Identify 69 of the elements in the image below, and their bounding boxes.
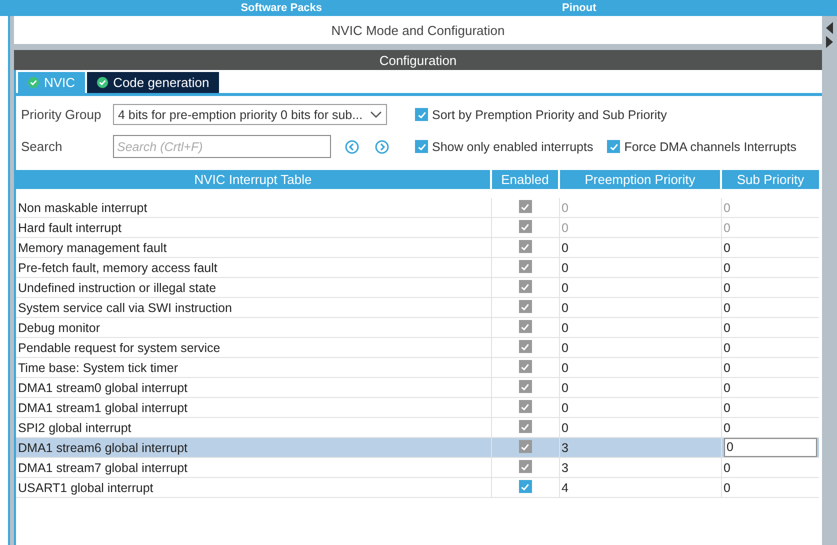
table-cell: 0: [562, 280, 568, 294]
interrupt-name: DMA1 stream6 global interrupt: [18, 440, 188, 454]
table-cell: 0: [562, 300, 568, 314]
field-label: Search: [21, 139, 64, 154]
enabled-checkbox[interactable]: [518, 480, 532, 494]
interrupt-name: Non maskable interrupt: [18, 200, 148, 214]
tab[interactable]: Code generation: [87, 72, 220, 93]
collapse-left-icon[interactable]: [826, 22, 833, 34]
option-checkbox[interactable]: [415, 140, 428, 153]
section-title: Configuration: [14, 50, 822, 70]
expand-right-icon[interactable]: [826, 36, 833, 48]
check-circle-icon: [97, 77, 108, 88]
table-cell: 0: [724, 260, 730, 274]
table-cell: 4: [562, 480, 568, 494]
option-checkbox[interactable]: [607, 140, 620, 153]
table-cell: 0: [724, 300, 730, 314]
table-cell: 0: [724, 480, 730, 494]
interrupt-name: Pre-fetch fault, memory access fault: [18, 260, 218, 274]
table-cell: 0: [724, 460, 730, 474]
table-cell: 0: [562, 260, 568, 274]
table-cell: 0: [724, 220, 730, 234]
chevron-down-icon: [370, 110, 382, 118]
interrupt-name: USART1 global interrupt: [18, 480, 154, 494]
column-header: NVIC Interrupt Table: [16, 170, 491, 189]
interrupt-name: Undefined instruction or illegal state: [18, 280, 216, 294]
option-checkbox[interactable]: [415, 108, 428, 121]
interrupt-name: SPI2 global interrupt: [18, 420, 132, 434]
column-header: Preemption Priority: [559, 170, 721, 189]
interrupt-name: DMA1 stream7 global interrupt: [18, 460, 188, 474]
option-label: Force DMA channels Interrupts: [624, 140, 797, 154]
table-cell: 0: [724, 400, 730, 414]
table-cell: 3: [562, 440, 568, 454]
table-cell: 0: [562, 360, 568, 374]
interrupt-name: System service call via SWI instruction: [18, 300, 232, 314]
interrupt-name: DMA1 stream1 global interrupt: [18, 400, 188, 414]
table-cell: 0: [562, 200, 568, 214]
table-cell: 0: [724, 340, 730, 354]
table-cell: 0: [724, 360, 730, 374]
table-cell: 0: [562, 320, 568, 334]
table-cell: 0: [724, 200, 730, 214]
table-cell: 0: [562, 420, 568, 434]
interrupt-name: Debug monitor: [18, 320, 100, 334]
interrupt-name: Hard fault interrupt: [18, 220, 122, 234]
interrupt-name: Time base: System tick timer: [18, 360, 178, 374]
table-cell: 0: [724, 420, 730, 434]
panel-title: NVIC Mode and Configuration: [14, 16, 822, 44]
next-icon[interactable]: [375, 140, 389, 154]
option-label: Show only enabled interrupts: [432, 140, 594, 154]
search-field[interactable]: Search (Crtl+F): [113, 135, 331, 158]
column-header: Enabled: [491, 170, 559, 189]
interrupt-name: Memory management fault: [18, 240, 167, 254]
table-cell: 0: [724, 380, 730, 394]
table-cell: 0: [724, 240, 730, 254]
table-cell: 0: [562, 220, 568, 234]
option-label: Sort by Premption Priority and Sub Priority: [432, 108, 667, 122]
field-label: Priority Group: [21, 107, 102, 122]
table-cell: 0: [724, 280, 730, 294]
table-cell: 3: [562, 460, 568, 474]
table-cell: 0: [562, 240, 568, 254]
previous-icon[interactable]: [345, 140, 359, 154]
interrupt-name: Pendable request for system service: [18, 340, 220, 354]
table-cell: 0: [724, 320, 730, 334]
column-header: Sub Priority: [721, 170, 819, 189]
check-circle-icon: [28, 77, 39, 88]
interrupt-name: DMA1 stream0 global interrupt: [18, 380, 188, 394]
priority-group-dropdown[interactable]: 4 bits for pre-emption priority 0 bits for sub...: [113, 104, 387, 125]
table-cell: 0: [562, 400, 568, 414]
table-cell: 0: [562, 340, 568, 354]
table-cell: 0: [562, 380, 568, 394]
